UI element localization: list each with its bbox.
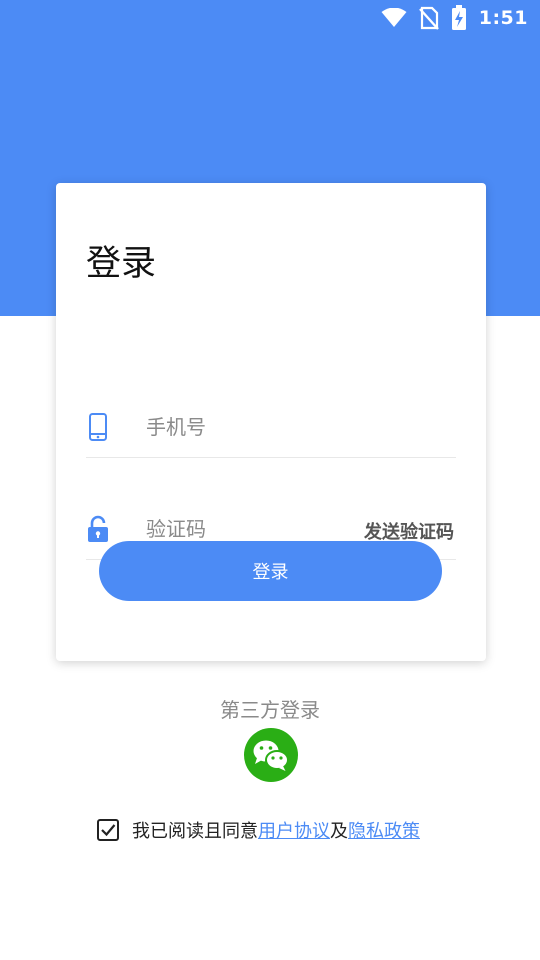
wechat-login-button[interactable] — [244, 728, 298, 782]
login-button[interactable]: 登录 — [99, 541, 442, 601]
agreement-text: 我已阅读且同意 — [132, 821, 258, 842]
wechat-icon — [253, 740, 289, 771]
status-bar: 1:51 — [0, 0, 540, 36]
page-title: 登录 — [86, 244, 157, 284]
lock-icon — [88, 515, 108, 542]
phone-icon — [89, 413, 107, 441]
battery-charging-icon — [451, 5, 466, 30]
status-time: 1:51 — [478, 7, 528, 29]
wifi-icon — [381, 8, 407, 27]
no-sim-icon — [418, 6, 439, 30]
user-agreement-link[interactable]: 用户协议 — [258, 817, 330, 843]
agreement-row: 我已阅读且同意 用户协议及隐私政策 — [96, 816, 420, 844]
agreement-checkbox[interactable] — [96, 818, 120, 842]
privacy-policy-link[interactable]: 隐私政策 — [348, 817, 420, 843]
third-party-login-label: 第三方登录 — [220, 698, 320, 722]
phone-field — [86, 397, 456, 458]
agreement-connector: 及 — [330, 821, 348, 842]
phone-input[interactable] — [146, 409, 346, 445]
status-icons: 1:51 — [381, 5, 528, 31]
login-card: 登录 发送验证码 登录 — [56, 183, 486, 661]
